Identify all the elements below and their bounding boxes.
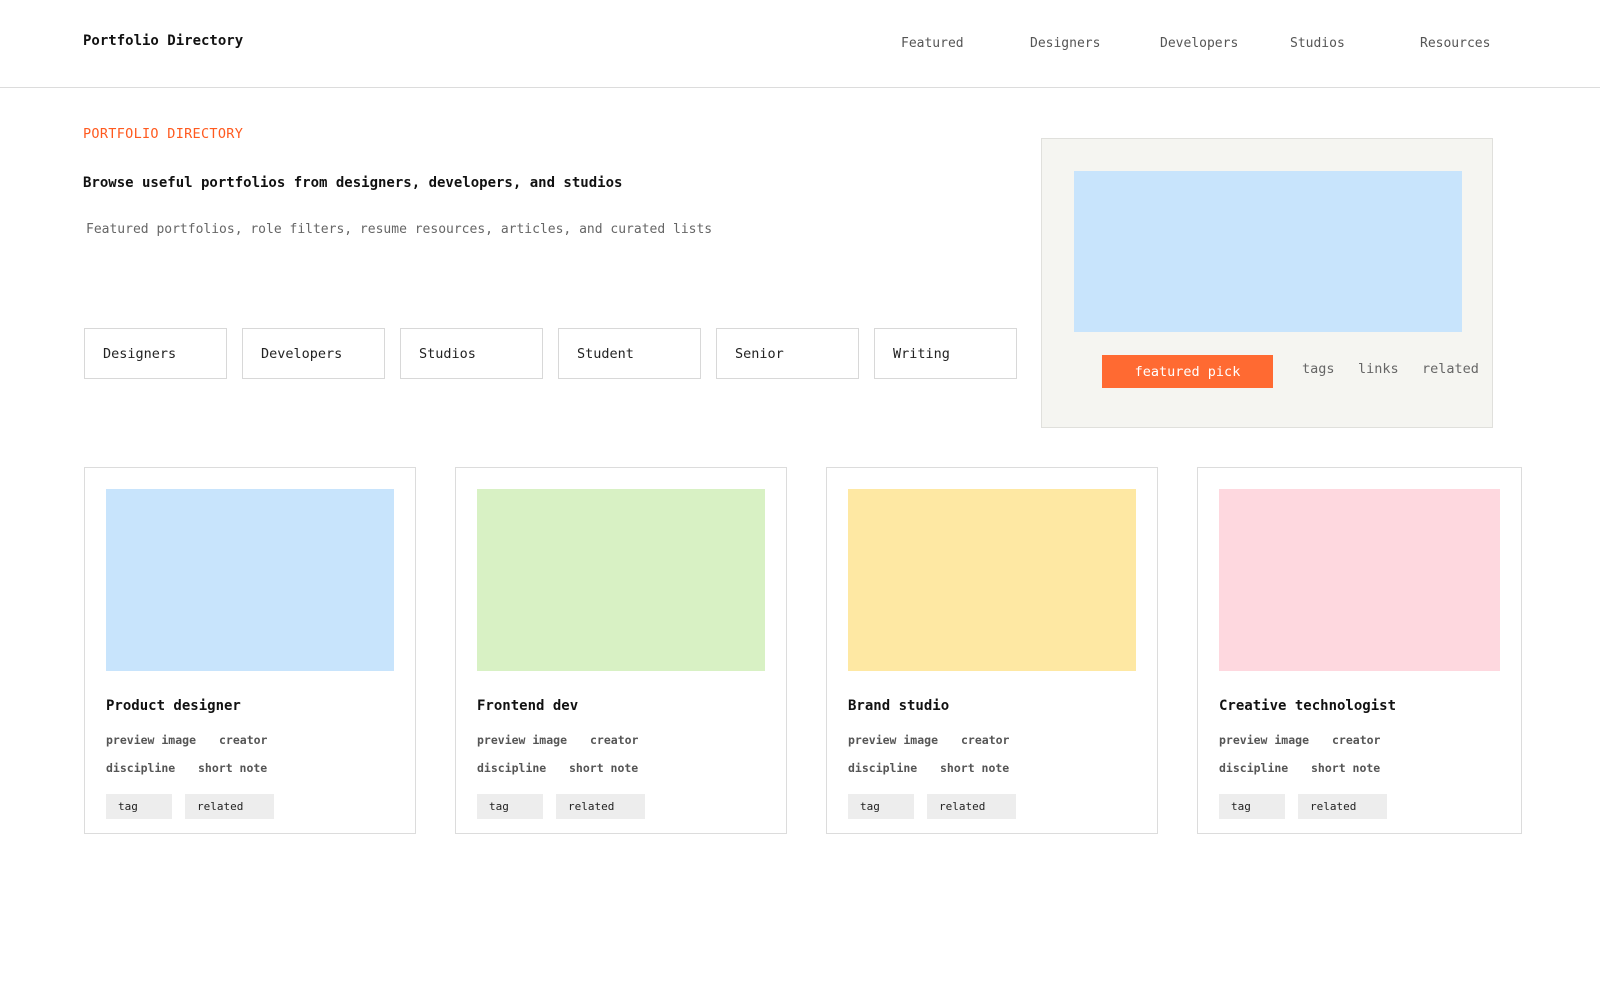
- card-tag[interactable]: tag: [106, 794, 172, 819]
- filter-studios[interactable]: Studios: [400, 328, 543, 379]
- card-meta-creator: creator: [590, 733, 639, 747]
- card-meta-discipline: discipline: [848, 761, 918, 775]
- brand-logo-text[interactable]: Portfolio Directory: [83, 33, 243, 49]
- page-headline: Browse useful portfolios from designers,…: [83, 175, 623, 191]
- featured-image[interactable]: [1074, 171, 1462, 332]
- card-meta-note: short note: [198, 761, 268, 775]
- featured-link-tags[interactable]: tags: [1302, 361, 1335, 377]
- filter-student[interactable]: Student: [558, 328, 701, 379]
- card-meta-note: short note: [1311, 761, 1381, 775]
- filter-developers[interactable]: Developers: [242, 328, 385, 379]
- nav-resources[interactable]: Resources: [1420, 36, 1490, 51]
- card-meta-note: short note: [940, 761, 1010, 775]
- card-meta-preview: preview image: [848, 733, 939, 747]
- card-meta-preview: preview image: [106, 733, 197, 747]
- section-eyebrow: PORTFOLIO DIRECTORY: [83, 126, 244, 142]
- featured-link-links[interactable]: links: [1358, 361, 1399, 377]
- nav-developers[interactable]: Developers: [1160, 36, 1238, 51]
- card-tag[interactable]: tag: [477, 794, 543, 819]
- card-title[interactable]: Brand studio: [848, 698, 949, 714]
- portfolio-card[interactable]: Product designer preview image creator d…: [84, 467, 416, 834]
- card-title[interactable]: Frontend dev: [477, 698, 578, 714]
- role-filters: Designers Developers Studios Student Sen…: [84, 328, 1017, 379]
- card-meta-discipline: discipline: [1219, 761, 1289, 775]
- filter-writing[interactable]: Writing: [874, 328, 1017, 379]
- card-preview-image[interactable]: [848, 489, 1136, 671]
- card-related-tag[interactable]: related: [185, 794, 274, 819]
- nav-designers[interactable]: Designers: [1030, 36, 1100, 51]
- card-meta-discipline: discipline: [477, 761, 547, 775]
- card-meta-preview: preview image: [1219, 733, 1310, 747]
- card-preview-image[interactable]: [106, 489, 394, 671]
- filter-designers[interactable]: Designers: [84, 328, 227, 379]
- card-preview-image[interactable]: [1219, 489, 1500, 671]
- card-related-tag[interactable]: related: [927, 794, 1016, 819]
- nav-studios[interactable]: Studios: [1290, 36, 1345, 51]
- featured-panel: featured pick tags links related: [1041, 138, 1493, 428]
- site-header: Portfolio Directory Featured Designers D…: [0, 0, 1600, 88]
- card-meta-creator: creator: [219, 733, 268, 747]
- featured-link-related[interactable]: related: [1422, 361, 1479, 377]
- card-meta-note: short note: [569, 761, 639, 775]
- portfolio-card[interactable]: Creative technologist preview image crea…: [1197, 467, 1522, 834]
- card-tag[interactable]: tag: [848, 794, 914, 819]
- portfolio-card[interactable]: Frontend dev preview image creator disci…: [455, 467, 787, 834]
- nav-featured[interactable]: Featured: [901, 36, 964, 51]
- card-related-tag[interactable]: related: [556, 794, 645, 819]
- card-tag[interactable]: tag: [1219, 794, 1285, 819]
- card-meta-creator: creator: [1332, 733, 1381, 747]
- card-meta-creator: creator: [961, 733, 1010, 747]
- portfolio-card[interactable]: Brand studio preview image creator disci…: [826, 467, 1158, 834]
- card-related-tag[interactable]: related: [1298, 794, 1387, 819]
- page-subtext: Featured portfolios, role filters, resum…: [86, 222, 713, 237]
- card-title[interactable]: Creative technologist: [1219, 698, 1396, 714]
- card-meta-discipline: discipline: [106, 761, 176, 775]
- featured-pick-button[interactable]: featured pick: [1102, 355, 1273, 388]
- card-meta-preview: preview image: [477, 733, 568, 747]
- filter-senior[interactable]: Senior: [716, 328, 859, 379]
- card-preview-image[interactable]: [477, 489, 765, 671]
- card-title[interactable]: Product designer: [106, 698, 241, 714]
